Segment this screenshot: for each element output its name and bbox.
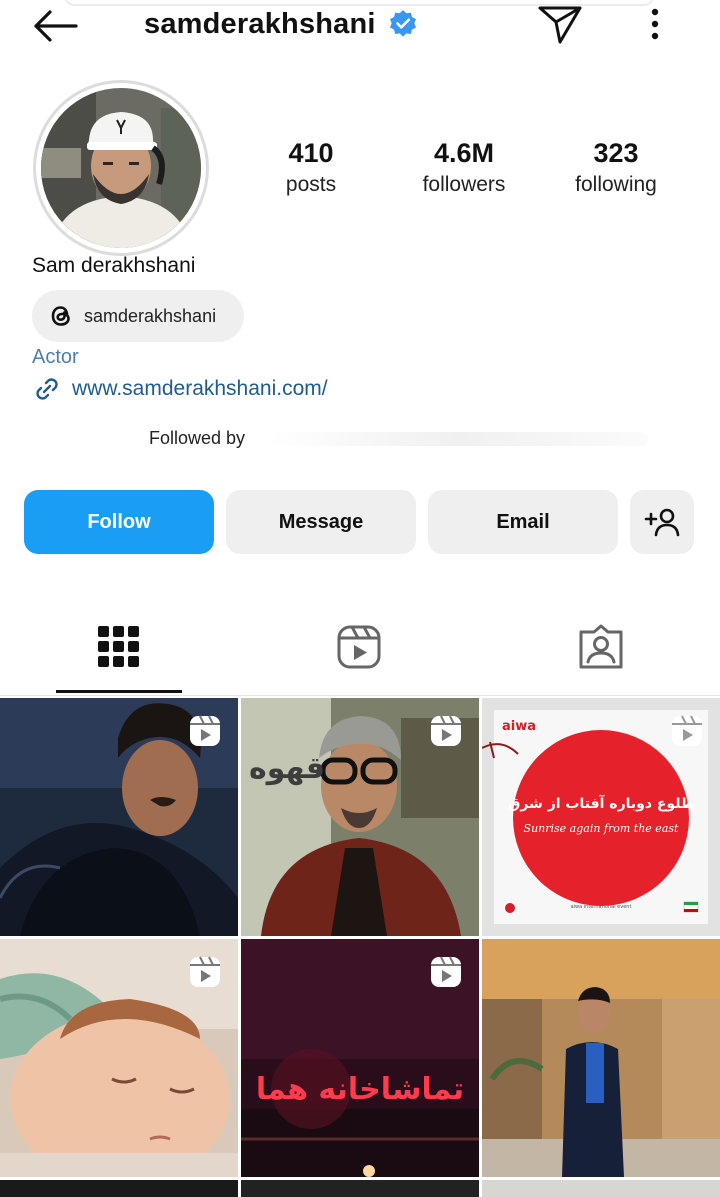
username-header: samderakhshani (144, 4, 418, 44)
post-tile-6[interactable] (482, 939, 720, 1177)
post-thumbnail (241, 1180, 479, 1197)
tagged-icon (579, 624, 623, 669)
email-button[interactable]: Email (428, 490, 618, 554)
post-tile-1[interactable] (0, 698, 238, 936)
grid-icon (98, 626, 139, 667)
post2-overlay-text: قهوه (249, 751, 325, 786)
profile-name: Sam derakhshani (32, 254, 196, 277)
post3-headline: طلوع دوباره آفتاب از شرق (508, 794, 694, 812)
reel-badge-icon (431, 715, 461, 746)
link-icon (36, 378, 58, 400)
send-button[interactable] (536, 2, 584, 46)
post3-brand: aiwa (502, 719, 536, 734)
more-vertical-icon (651, 8, 659, 40)
verified-badge-icon (389, 10, 416, 37)
reels-icon (337, 625, 381, 669)
tab-posts[interactable] (96, 624, 142, 670)
threads-handle: samderakhshani (84, 305, 217, 326)
threads-badge[interactable]: samderakhshani (32, 290, 244, 342)
followers-label: followers (422, 173, 506, 196)
reel-badge-icon (672, 715, 702, 746)
reel-badge-icon (431, 956, 461, 987)
message-button[interactable]: Message (226, 490, 416, 554)
more-options-button[interactable] (640, 6, 670, 42)
tab-reels[interactable] (336, 624, 382, 670)
post5-overlay-text: تماشاخانه هما (256, 1072, 464, 1107)
tabs-divider (0, 695, 720, 696)
post-tile-7[interactable] (0, 1180, 238, 1197)
post-tile-8[interactable] (241, 1180, 479, 1197)
website-url: www.samderakhshani.com/ (72, 377, 328, 400)
post-tile-4[interactable] (0, 939, 238, 1177)
reel-badge-icon (190, 956, 220, 987)
avatar-photo (41, 88, 201, 248)
post-tile-5[interactable]: تماشاخانه هما (241, 939, 479, 1177)
active-tab-indicator (56, 690, 182, 693)
tab-tagged[interactable] (578, 624, 624, 670)
website-link[interactable]: www.samderakhshani.com/ (32, 374, 328, 404)
followed-by-text[interactable]: Followed by (149, 428, 245, 449)
following-label: following (575, 173, 657, 196)
post-tile-9[interactable] (482, 1180, 720, 1197)
profile-tabs (0, 600, 720, 696)
page-title: samderakhshani (144, 7, 376, 40)
followers-stat[interactable]: 4.6M followers (394, 136, 534, 200)
post-thumbnail (0, 1180, 238, 1197)
post3-subtitle: Sunrise again from the east (524, 822, 679, 835)
top-bar: samderakhshani (0, 0, 720, 52)
post-tile-2[interactable]: قهوه (241, 698, 479, 936)
avatar[interactable] (41, 88, 201, 248)
following-stat[interactable]: 323 following (546, 136, 686, 200)
post-tile-3[interactable]: aiwa طلوع دوباره آفتاب از شرق Sunrise ag… (482, 698, 720, 936)
suggested-users-button[interactable] (630, 490, 694, 554)
posts-label: posts (285, 173, 337, 196)
profile-category: Actor (32, 346, 79, 368)
arrow-left-icon (34, 10, 78, 42)
send-icon (538, 6, 582, 44)
followed-by-names-redacted (268, 432, 648, 446)
followers-count: 4.6M (433, 138, 495, 168)
following-count: 323 (593, 138, 639, 168)
follow-button[interactable]: Follow (24, 490, 214, 554)
back-button[interactable] (30, 6, 82, 46)
posts-count: 410 (288, 138, 334, 168)
post3-footer: aiwa international event (571, 904, 632, 910)
posts-stat[interactable]: 410 posts (241, 136, 381, 200)
post-thumbnail (482, 939, 720, 1177)
threads-icon (51, 306, 70, 326)
reel-badge-icon (190, 715, 220, 746)
post-thumbnail (482, 1180, 720, 1197)
add-user-icon (644, 508, 680, 537)
